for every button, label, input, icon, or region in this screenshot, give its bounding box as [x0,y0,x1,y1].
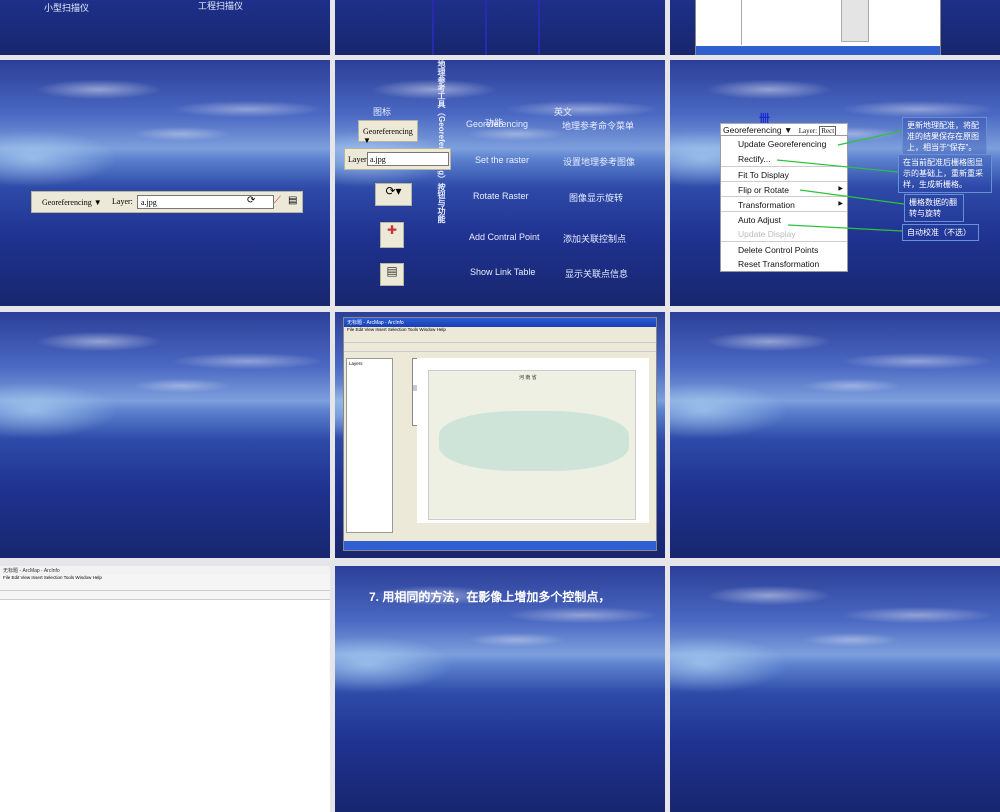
editor-toolbar [344,343,656,352]
standard-toolbar [344,334,656,343]
row-en: Georeferencing [466,119,529,129]
callout-flip-rotate: 栅格数据的翻转与旋转 [904,194,964,222]
arcmap-screenshot [695,0,941,55]
standard-toolbar [0,582,330,591]
slide-3-thumbnail[interactable] [670,0,1000,55]
table-of-contents: Layers [346,358,393,533]
slide-2-thumbnail[interactable] [335,0,665,55]
vertical-line [432,0,434,55]
slide-12-thumbnail[interactable] [670,566,1000,812]
slide-9-thumbnail[interactable] [670,312,1000,558]
link-table-icon: ▤ [380,263,404,286]
header-icon: 图标 [373,107,392,117]
layer-toolbar: Layer: a.jpg [344,148,451,170]
callout-rectify: 在当前配准后栅格图显示的基础上，重新重采样，生成新栅格。 [898,154,992,193]
row-en: Show Link Table [470,267,536,277]
taskbar [344,541,656,550]
layer-label: Layer: [348,155,369,164]
georeferencing-toolbar: Georeferencing ▼ Layer: a.jpg ⟳ ⟋ ▤ [31,191,303,213]
taskbar [696,46,940,55]
slide-label-engineering-scanner: 工程扫描仪 [198,1,244,11]
window-title: 无标题 - ArcMap - ArcInfo [344,318,656,327]
link-table-icon[interactable]: ▤ [288,195,297,206]
map-title: 河 南 省 [519,375,537,381]
row-cn: 添加关联控制点 [563,234,627,244]
georeferencing-button: Georeferencing ▼ [358,120,418,145]
arcmap-window: 无标题 - ArcMap - ArcInfo File Edit View In… [343,317,657,551]
layer-label: Layer: [112,197,133,206]
layers-label: Layers [349,361,363,366]
slide-label-small-scanner: 小型扫描仪 [44,3,90,13]
menubar: File Edit View Insert Selection Tools Wi… [0,575,330,582]
add-control-point-icon[interactable]: ⟋ [274,195,281,206]
slide-4-thumbnail[interactable]: Georeferencing ▼ Layer: a.jpg ⟳ ⟋ ▤ [0,60,330,306]
slide-5-thumbnail[interactable]: 地理参考工具（Georeferencing）按钮与功能 图标 功能 英文 Geo… [335,60,665,306]
layer-select: a.jpg [367,152,449,166]
slide-11-thumbnail[interactable]: 7. 用相同的方法，在影像上增加多个控制点， [335,566,665,812]
slide-6-thumbnail[interactable]: 卌 Georeferencing ▼ Layer: Rect Update Ge… [670,60,1000,306]
editor-toolbar [0,591,330,600]
scanned-map-image: 河 南 省 [428,370,636,520]
toc-panel [696,0,742,45]
row-cn: 设置地理参考图像 [563,157,636,167]
slide-1-thumbnail[interactable]: 小型扫描仪 工程扫描仪 [0,0,330,55]
row-cn: 显示关联点信息 [565,269,629,279]
slide-7-thumbnail[interactable] [0,312,330,558]
rotate-icon: ⟳▾ [375,183,412,206]
georeferencing-menu-button[interactable]: Georeferencing ▼ [42,198,102,207]
menubar: File Edit View Insert Selection Tools Wi… [344,327,656,334]
rotate-icon[interactable]: ⟳ [247,195,255,206]
callout-update-georeferencing: 更新地理配准，将配准的结果保存在原图上，相当于“保存”。 [902,117,987,156]
row-en: Rotate Raster [473,191,529,201]
vertical-line [538,0,540,55]
add-control-point-icon: ✚ [380,222,404,248]
map-region [439,411,629,471]
vertical-title: 地理参考工具（Georeferencing）按钮与功能 [437,60,446,224]
slide-8-thumbnail[interactable]: 无标题 - ArcMap - ArcInfo File Edit View In… [335,312,665,558]
slide-text: 7. 用相同的方法，在影像上增加多个控制点， [369,590,611,604]
row-cn: 图像显示旋转 [569,193,624,203]
dropdown-list [841,0,869,42]
window-title: 无标题 - ArcMap - ArcInfo [0,566,330,575]
callout-auto-adjust: 自动校准（不选） [902,224,979,241]
row-en: Add Contral Point [469,232,540,242]
header-english: 英文 [554,107,573,117]
vertical-line [485,0,487,55]
row-cn: 地理参考命令菜单 [562,121,635,131]
slide-10-thumbnail[interactable]: 无标题 - ArcMap - ArcInfo File Edit View In… [0,566,330,812]
row-en: Set the raster [475,155,530,165]
